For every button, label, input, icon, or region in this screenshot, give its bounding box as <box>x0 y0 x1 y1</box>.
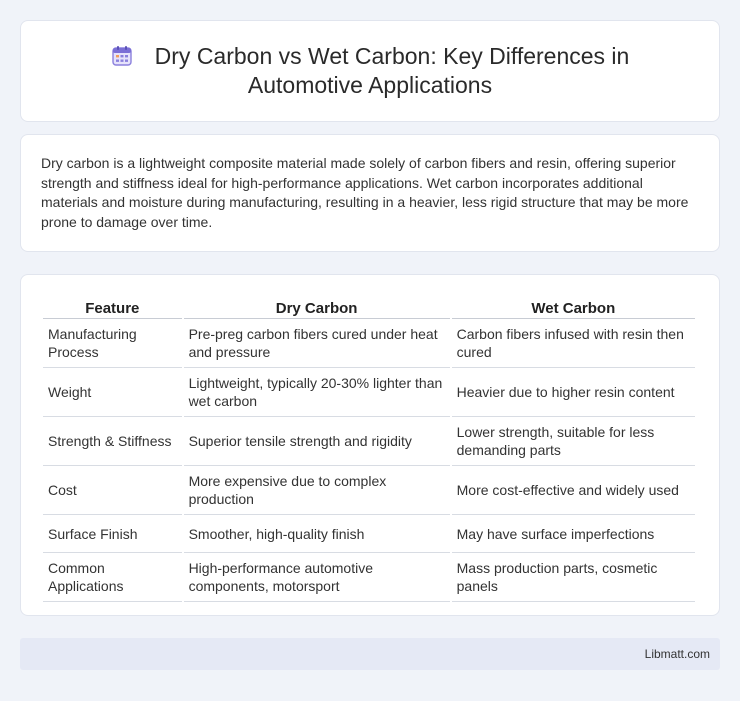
table-row: Surface Finish Smoother, high-quality fi… <box>43 515 695 553</box>
wet-carbon-cell: Heavier due to higher resin content <box>451 368 695 417</box>
table-row: Common Applications High-performance aut… <box>43 553 695 602</box>
dry-carbon-cell: Lightweight, typically 20-30% lighter th… <box>183 368 450 417</box>
feature-cell: Manufacturing Process <box>43 319 182 368</box>
page-title: Dry Carbon vs Wet Carbon: Key Difference… <box>61 42 679 100</box>
wet-carbon-cell: Carbon fibers infused with resin then cu… <box>451 319 695 368</box>
intro-paragraph: Dry carbon is a lightweight composite ma… <box>41 155 689 230</box>
footer: Libmatt.com <box>20 638 720 670</box>
wet-carbon-cell: Mass production parts, cosmetic panels <box>451 553 695 602</box>
dry-carbon-cell: Smoother, high-quality finish <box>183 515 450 553</box>
dry-carbon-cell: Superior tensile strength and rigidity <box>183 417 450 466</box>
title-card: Dry Carbon vs Wet Carbon: Key Difference… <box>20 20 720 122</box>
table-row: Cost More expensive due to complex produ… <box>43 466 695 515</box>
comparison-card: Feature Dry Carbon Wet Carbon Manufactur… <box>20 274 720 616</box>
feature-cell: Surface Finish <box>43 515 182 553</box>
dry-carbon-cell: High-performance automotive components, … <box>183 553 450 602</box>
column-header-feature: Feature <box>43 297 182 319</box>
calendar-icon <box>111 46 132 66</box>
footer-site-link[interactable]: Libmatt.com <box>645 647 710 661</box>
dry-carbon-cell: Pre-preg carbon fibers cured under heat … <box>183 319 450 368</box>
page: Dry Carbon vs Wet Carbon: Key Difference… <box>0 0 740 701</box>
wet-carbon-cell: May have surface imperfections <box>451 515 695 553</box>
column-header-wet-carbon: Wet Carbon <box>451 297 695 319</box>
feature-cell: Weight <box>43 368 182 417</box>
comparison-table: Feature Dry Carbon Wet Carbon Manufactur… <box>41 297 697 602</box>
table-row: Weight Lightweight, typically 20-30% lig… <box>43 368 695 417</box>
feature-cell: Common Applications <box>43 553 182 602</box>
wet-carbon-cell: Lower strength, suitable for less demand… <box>451 417 695 466</box>
dry-carbon-cell: More expensive due to complex production <box>183 466 450 515</box>
table-row: Strength & Stiffness Superior tensile st… <box>43 417 695 466</box>
page-title-text: Dry Carbon vs Wet Carbon: Key Difference… <box>154 43 630 98</box>
intro-card: Dry carbon is a lightweight composite ma… <box>20 134 720 252</box>
table-row: Manufacturing Process Pre-preg carbon fi… <box>43 319 695 368</box>
wet-carbon-cell: More cost-effective and widely used <box>451 466 695 515</box>
column-header-dry-carbon: Dry Carbon <box>183 297 450 319</box>
table-header-row: Feature Dry Carbon Wet Carbon <box>43 297 695 319</box>
feature-cell: Cost <box>43 466 182 515</box>
feature-cell: Strength & Stiffness <box>43 417 182 466</box>
